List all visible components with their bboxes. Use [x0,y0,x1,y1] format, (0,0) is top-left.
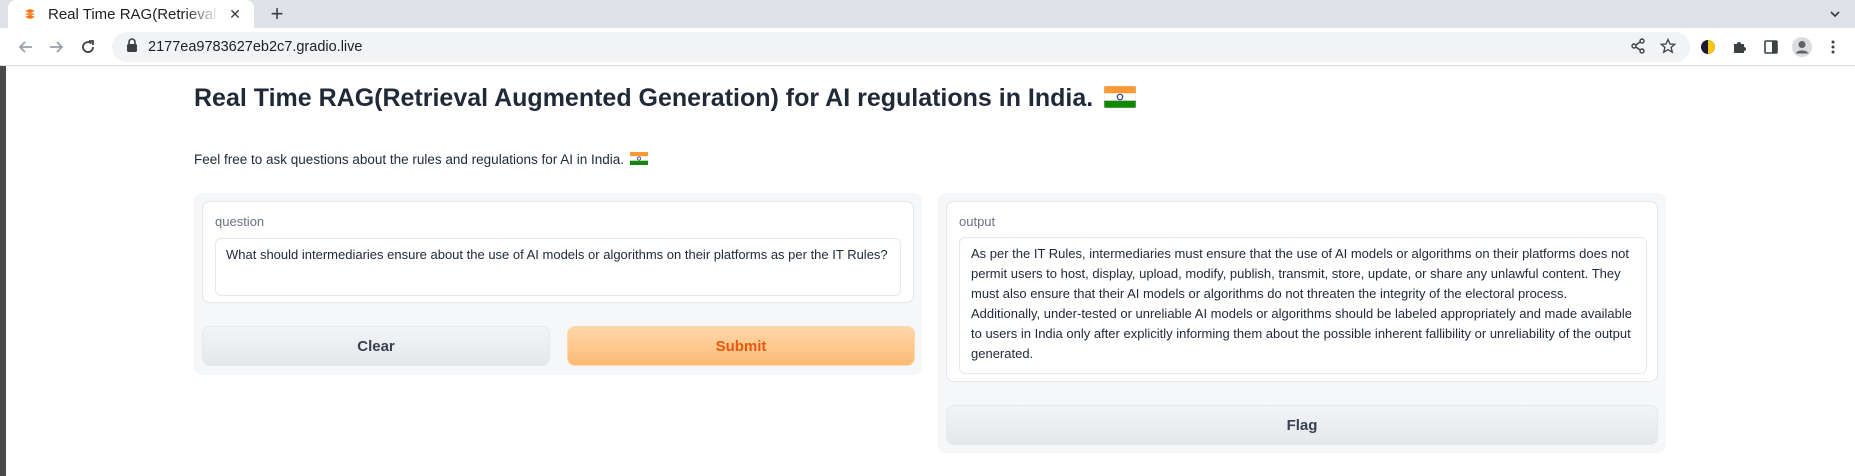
address-bar[interactable]: 2177ea9783627eb2c7.gradio.live [112,32,1690,62]
window-edge [0,0,6,476]
submit-button[interactable]: Submit [567,326,915,366]
gradio-favicon-icon [22,6,38,22]
india-flag-icon [1104,86,1137,109]
lock-icon[interactable] [126,37,138,57]
output-block: output As per the IT Rules, intermediari… [946,201,1658,382]
flag-button[interactable]: Flag [946,405,1658,445]
output-label: output [959,214,996,229]
page-title: Real Time RAG(Retrieval Augmented Genera… [194,84,1137,113]
share-icon[interactable] [1630,38,1646,59]
url-text[interactable]: 2177ea9783627eb2c7.gradio.live [148,39,362,55]
tab-title: Real Time RAG(Retrieval Augmented Genera… [48,6,220,23]
tab-strip: Real Time RAG(Retrieval Augmented Genera… [0,0,1855,28]
question-input[interactable]: What should intermediaries ensure about … [215,238,901,296]
page-description: Feel free to ask questions about the rul… [194,152,648,167]
tab-close-icon[interactable]: ✕ [226,5,244,23]
clear-button[interactable]: Clear [202,326,550,366]
back-arrow-icon[interactable] [14,35,38,59]
extensions-puzzle-icon[interactable] [1727,35,1751,59]
reload-icon[interactable] [76,35,100,59]
question-label: question [215,214,265,229]
question-block: question What should intermediaries ensu… [202,201,914,303]
forward-arrow-icon[interactable] [44,35,68,59]
new-tab-icon[interactable]: + [264,1,290,26]
bookmark-star-icon[interactable] [1659,37,1677,59]
extension-icon[interactable] [1696,35,1720,59]
profile-avatar-icon[interactable] [1790,35,1814,59]
input-panel: question What should intermediaries ensu… [194,193,922,375]
india-flag-icon [629,152,648,166]
browser-tab[interactable]: Real Time RAG(Retrieval Augmented Genera… [8,0,254,28]
output-panel: output As per the IT Rules, intermediari… [938,193,1666,453]
browser-menu-icon[interactable] [1821,35,1845,59]
tab-search-chevron-icon[interactable] [1825,4,1845,24]
side-panel-icon[interactable] [1759,35,1783,59]
browser-toolbar: 2177ea9783627eb2c7.gradio.live [0,28,1855,66]
output-textbox[interactable]: As per the IT Rules, intermediaries must… [959,237,1647,374]
